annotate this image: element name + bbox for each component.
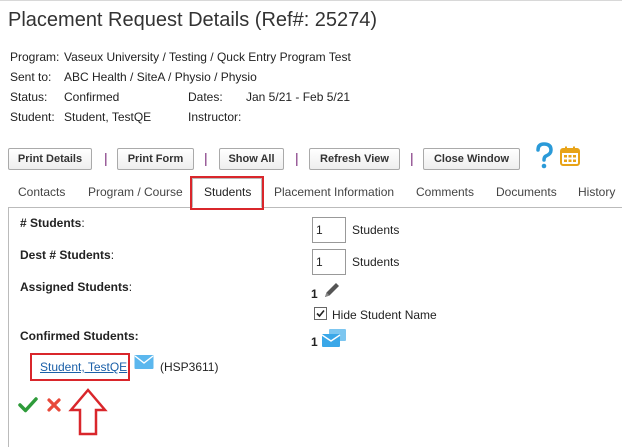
sent-to-value: ABC Health / SiteA / Physio / Physio	[64, 70, 257, 84]
close-icon[interactable]	[46, 397, 62, 413]
top-border	[0, 0, 622, 1]
toolbar-separator: |	[104, 150, 108, 166]
print-details-button[interactable]: Print Details	[8, 148, 92, 170]
program-value: Vaseux University / Testing / Quck Entry…	[64, 50, 351, 64]
dest-students-label: Dest # Students:	[20, 248, 115, 262]
toolbar-separator: |	[204, 150, 208, 166]
status-label: Status:	[10, 90, 48, 104]
tab-comments[interactable]: Comments	[416, 185, 474, 199]
sent-to-row: Sent to: ABC Health / SiteA / Physio / Ph…	[10, 70, 257, 84]
dest-students-unit: Students	[352, 255, 400, 269]
arrow-up-icon	[68, 388, 108, 438]
highlight-student-link	[30, 353, 130, 381]
num-students-input[interactable]: 1	[312, 217, 346, 243]
tab-contacts[interactable]: Contacts	[18, 185, 65, 199]
highlight-students-tab	[190, 176, 264, 210]
toolbar-separator: |	[410, 150, 414, 166]
dest-students-input[interactable]: 1	[312, 249, 346, 275]
print-form-button[interactable]: Print Form	[117, 148, 194, 170]
email-group-icon[interactable]	[321, 328, 347, 348]
panel-top-border	[8, 207, 622, 208]
dates-label: Dates:	[188, 90, 223, 104]
tab-program-course[interactable]: Program / Course	[88, 185, 183, 199]
close-window-button[interactable]: Close Window	[423, 148, 520, 170]
tab-history[interactable]: History	[578, 185, 615, 199]
dates-value: Jan 5/21 - Feb 5/21	[246, 90, 351, 104]
sent-to-label: Sent to:	[10, 70, 52, 84]
instructor-label: Instructor:	[188, 110, 242, 124]
num-students-label: # Students:	[20, 216, 85, 230]
calendar-icon[interactable]	[560, 146, 580, 166]
hide-student-name-checkbox[interactable]	[314, 307, 327, 320]
student-label: Student:	[10, 110, 55, 124]
page-title: Placement Request Details (Ref#: 25274)	[8, 9, 378, 31]
confirmed-count: 1	[311, 335, 318, 349]
tab-placement-information[interactable]: Placement Information	[274, 185, 394, 199]
refresh-view-button[interactable]: Refresh View	[309, 148, 400, 170]
confirmed-students-label: Confirmed Students:	[20, 329, 139, 343]
email-icon[interactable]	[134, 354, 154, 370]
student-code: (HSP3611)	[160, 360, 219, 374]
check-icon[interactable]	[18, 396, 38, 414]
tab-documents[interactable]: Documents	[496, 185, 557, 199]
student-value: Student, TestQE	[64, 110, 152, 124]
program-label: Program:	[10, 50, 60, 64]
question-mark-icon[interactable]	[534, 142, 554, 170]
assigned-students-label: Assigned Students:	[20, 280, 133, 294]
pencil-icon[interactable]	[322, 280, 342, 300]
student-row: Student: Student, TestQE	[10, 110, 151, 124]
panel-left-border	[8, 207, 9, 447]
status-value: Confirmed	[64, 90, 120, 104]
program-row: Program: Vaseux University / Testing / Qu…	[10, 50, 351, 64]
toolbar-separator: |	[295, 150, 299, 166]
hide-student-name-label: Hide Student Name	[332, 308, 437, 322]
show-all-button[interactable]: Show All	[219, 148, 284, 170]
status-row: Status: Confirmed	[10, 90, 119, 104]
num-students-unit: Students	[352, 223, 400, 237]
assigned-count: 1	[311, 287, 318, 301]
